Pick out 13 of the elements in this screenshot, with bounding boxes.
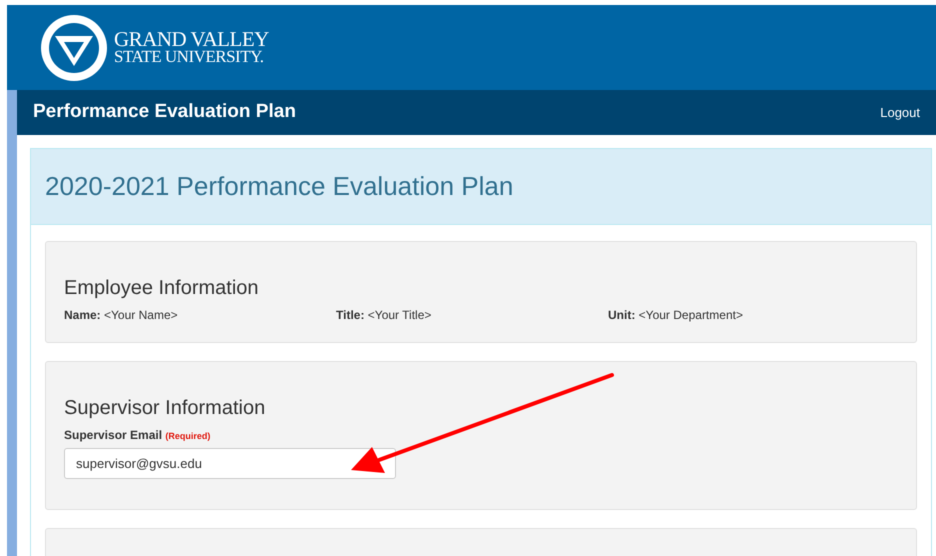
app-title: Performance Evaluation Plan [33, 100, 296, 124]
field-label: Supervisor Email (Required) [64, 427, 212, 444]
logout-link[interactable]: Logout [880, 102, 920, 122]
page-heading: 2020-2021 Performance Evaluation Plan [45, 170, 514, 202]
logo-text: GRAND VALLEY [114, 30, 269, 50]
info-field: Name: <Your Name> [64, 306, 336, 324]
info-field: Title: <Your Title> [336, 306, 608, 324]
logo-icon [40, 14, 108, 82]
email-field[interactable]: supervisor@gvsu.edu [64, 448, 396, 479]
section-heading: Supervisor Information [64, 396, 266, 420]
info-field: Unit: <Your Department> [608, 306, 880, 324]
section-heading: Employee Information [64, 276, 260, 300]
logo-text: STATE UNIVERSITY. [114, 49, 264, 65]
